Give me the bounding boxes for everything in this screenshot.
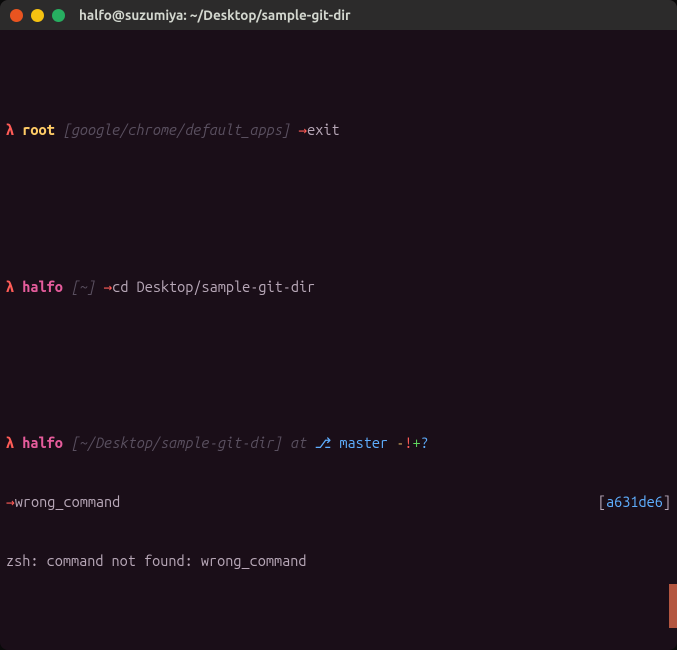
git-branch-icon: ⎇ xyxy=(315,434,332,451)
output-line: zsh: command not found: wrong_command xyxy=(6,551,671,571)
at-text: at xyxy=(282,434,314,451)
prompt-user: halfo xyxy=(22,434,63,451)
scrollbar[interactable] xyxy=(669,584,677,628)
terminal-body[interactable]: λ root [google/chrome/default_apps] →exi… xyxy=(0,30,677,650)
titlebar[interactable]: halfo@suzumiya: ~/Desktop/sample-git-dir xyxy=(0,0,677,30)
command-line: →wrong_command [a631de6] xyxy=(6,492,671,512)
git-flag: ! xyxy=(404,434,412,451)
arrow-icon: → xyxy=(6,493,15,510)
lambda-icon: λ xyxy=(6,278,22,295)
prompt-user: halfo xyxy=(22,278,63,295)
lambda-icon: λ xyxy=(6,434,22,451)
minimize-icon[interactable] xyxy=(31,9,44,22)
prompt-line: λ halfo [~] →cd Desktop/sample-git-dir xyxy=(6,277,671,297)
prompt-user: root xyxy=(22,121,54,138)
lambda-icon: λ xyxy=(6,121,22,138)
prompt-arrow: → xyxy=(290,121,307,138)
prompt-path: [~/Desktop/sample-git-dir] xyxy=(71,434,282,451)
prompt-arrow: → xyxy=(95,278,112,295)
commit-hash: [a631de6] xyxy=(598,492,671,512)
close-icon[interactable] xyxy=(10,9,23,22)
maximize-icon[interactable] xyxy=(52,9,65,22)
prompt-line: λ halfo [~/Desktop/sample-git-dir] at ⎇ … xyxy=(6,433,671,453)
branch-name: master xyxy=(331,434,396,451)
git-flag: ? xyxy=(421,434,429,451)
terminal-window: halfo@suzumiya: ~/Desktop/sample-git-dir… xyxy=(0,0,677,650)
window-title: halfo@suzumiya: ~/Desktop/sample-git-dir xyxy=(79,7,351,23)
command-text: exit xyxy=(307,121,339,138)
command-text: wrong_command xyxy=(15,493,121,510)
prompt-path: [~] xyxy=(71,278,95,295)
prompt-path: [google/chrome/default_apps] xyxy=(63,121,290,138)
command-text: cd Desktop/sample-git-dir xyxy=(112,278,315,295)
git-flag: + xyxy=(413,434,421,451)
prompt-line: λ root [google/chrome/default_apps] →exi… xyxy=(6,120,671,140)
